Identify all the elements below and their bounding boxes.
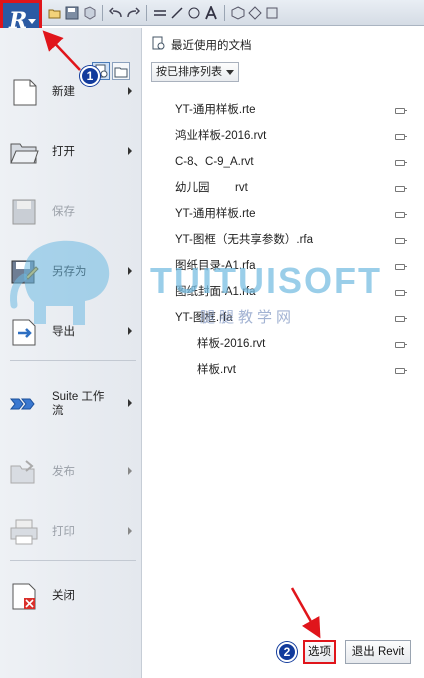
redo-icon[interactable] bbox=[126, 6, 141, 20]
pin-icon[interactable] bbox=[395, 106, 407, 114]
document-name: YT-通用样板.rte bbox=[175, 104, 256, 116]
chevron-down-icon bbox=[226, 70, 234, 75]
document-name: YT-图框.rfa bbox=[175, 312, 233, 324]
recent-documents-title: 最近使用的文档 bbox=[171, 39, 252, 52]
save-as-icon bbox=[8, 257, 40, 287]
recent-document-item[interactable]: 图纸目录-A1.rfa bbox=[175, 253, 415, 279]
menu-item-close[interactable]: 关闭 bbox=[8, 576, 136, 616]
submenu-arrow-icon bbox=[128, 267, 132, 275]
document-name: C-8、C-9_A.rvt bbox=[175, 156, 254, 168]
section-icon[interactable] bbox=[248, 6, 262, 20]
pin-icon[interactable] bbox=[395, 210, 407, 218]
toolbar-icons bbox=[48, 4, 279, 22]
chevron-down-icon bbox=[28, 19, 36, 24]
3d-view-icon[interactable] bbox=[231, 6, 245, 20]
document-name: 样板.rvt bbox=[197, 364, 236, 376]
recent-documents-panel: 最近使用的文档 按已排序列表 YT-通用样板.rte 鸿业样板-2016.rvt… bbox=[143, 28, 424, 678]
document-name: 幼儿园 rvt bbox=[175, 182, 248, 194]
pin-icon[interactable] bbox=[395, 184, 407, 192]
pin-icon[interactable] bbox=[395, 262, 407, 270]
menu-item-print: 打印 bbox=[8, 512, 136, 552]
export-icon bbox=[8, 317, 40, 347]
submenu-arrow-icon bbox=[128, 527, 132, 535]
recent-document-item[interactable]: 样板.rvt bbox=[197, 357, 415, 383]
recent-document-item[interactable]: 幼儿园 rvt bbox=[175, 175, 415, 201]
undo-icon[interactable] bbox=[108, 6, 123, 20]
document-name: YT-图框（无共享参数）.rfa bbox=[175, 234, 314, 246]
measure-icon[interactable] bbox=[170, 6, 184, 20]
suite-workflow-icon bbox=[8, 389, 40, 419]
menu-item-open[interactable]: 打开 bbox=[8, 132, 136, 172]
quick-access-toolbar bbox=[0, 0, 424, 26]
print-icon bbox=[8, 517, 40, 547]
exit-revit-button[interactable]: 退出 Revit bbox=[345, 640, 411, 664]
recent-document-item[interactable]: YT-通用样板.rte bbox=[175, 201, 415, 227]
open-folder-icon bbox=[8, 137, 40, 167]
annotation-badge-2: 2 bbox=[277, 642, 297, 662]
submenu-arrow-icon bbox=[128, 87, 132, 95]
recent-documents-header: 最近使用的文档 bbox=[151, 36, 252, 53]
settings-icon[interactable] bbox=[265, 6, 279, 20]
submenu-arrow-icon bbox=[128, 467, 132, 475]
recent-document-item[interactable]: YT-图框.rfa bbox=[175, 305, 415, 331]
toolbar-divider bbox=[224, 5, 225, 21]
toolbar-divider bbox=[102, 5, 103, 21]
menu-item-label: 新建 bbox=[52, 86, 75, 98]
menu-item-save-as[interactable]: 另存为 bbox=[8, 252, 136, 292]
menu-item-label: 打印 bbox=[52, 526, 75, 538]
document-name: 图纸封面-A1.rfa bbox=[175, 286, 256, 298]
pin-icon[interactable] bbox=[395, 366, 407, 374]
menu-divider bbox=[10, 560, 136, 561]
pin-icon[interactable] bbox=[395, 314, 407, 322]
open-icon[interactable] bbox=[48, 6, 62, 20]
menu-item-label: 发布 bbox=[52, 466, 75, 478]
menu-item-label: 打开 bbox=[52, 146, 75, 158]
recent-document-item[interactable]: 图纸封面-A1.rfa bbox=[175, 279, 415, 305]
pin-icon[interactable] bbox=[395, 340, 407, 348]
recent-document-item[interactable]: YT-图框（无共享参数）.rfa bbox=[175, 227, 415, 253]
document-name: 鸿业样板-2016.rvt bbox=[175, 130, 267, 142]
menu-item-label: 导出 bbox=[52, 326, 75, 338]
recent-documents-icon bbox=[151, 36, 165, 53]
tag-icon[interactable] bbox=[187, 6, 201, 20]
pin-icon[interactable] bbox=[395, 288, 407, 296]
sort-dropdown[interactable]: 按已排序列表 bbox=[151, 62, 239, 82]
publish-icon bbox=[8, 457, 40, 487]
sort-dropdown-value: 按已排序列表 bbox=[156, 66, 222, 78]
menu-divider bbox=[10, 360, 136, 361]
sync-icon[interactable] bbox=[82, 6, 96, 20]
annotation-badge-1: 1 bbox=[80, 66, 100, 86]
menu-item-label: 保存 bbox=[52, 206, 75, 218]
menu-item-save: 保存 bbox=[8, 192, 136, 232]
application-menu-left: 新建 打开 保存 另存为 导出 Suite 工作流 发布 打印 关闭 bbox=[0, 28, 142, 678]
menu-item-label: 另存为 bbox=[52, 266, 87, 278]
submenu-arrow-icon bbox=[128, 147, 132, 155]
document-name: 样板-2016.rvt bbox=[197, 338, 266, 350]
pin-icon[interactable] bbox=[395, 158, 407, 166]
menu-item-new[interactable]: 新建 bbox=[8, 72, 136, 112]
menu-item-label: Suite 工作流 bbox=[52, 391, 105, 417]
menu-item-publish: 发布 bbox=[8, 452, 136, 492]
submenu-arrow-icon bbox=[128, 327, 132, 335]
save-icon[interactable] bbox=[65, 6, 79, 20]
recent-document-item[interactable]: C-8、C-9_A.rvt bbox=[175, 149, 415, 175]
submenu-arrow-icon bbox=[128, 399, 132, 407]
pin-icon[interactable] bbox=[395, 132, 407, 140]
document-name: 图纸目录-A1.rfa bbox=[175, 260, 256, 272]
new-document-icon bbox=[8, 77, 40, 107]
menu-item-export[interactable]: 导出 bbox=[8, 312, 136, 352]
close-document-icon bbox=[8, 581, 40, 611]
menu-item-label: 关闭 bbox=[52, 590, 75, 602]
menu-item-suite-workflow[interactable]: Suite 工作流 bbox=[8, 384, 136, 424]
document-name: YT-通用样板.rte bbox=[175, 208, 256, 220]
toolbar-divider bbox=[146, 5, 147, 21]
recent-document-item[interactable]: 鸿业样板-2016.rvt bbox=[175, 123, 415, 149]
options-button[interactable]: 选项 bbox=[303, 640, 336, 664]
recent-document-item[interactable]: 样板-2016.rvt bbox=[197, 331, 415, 357]
recent-document-item[interactable]: YT-通用样板.rte bbox=[175, 97, 415, 123]
pin-icon[interactable] bbox=[395, 236, 407, 244]
text-icon[interactable] bbox=[204, 4, 218, 20]
save-disk-icon bbox=[8, 197, 40, 227]
align-icon[interactable] bbox=[153, 6, 167, 20]
